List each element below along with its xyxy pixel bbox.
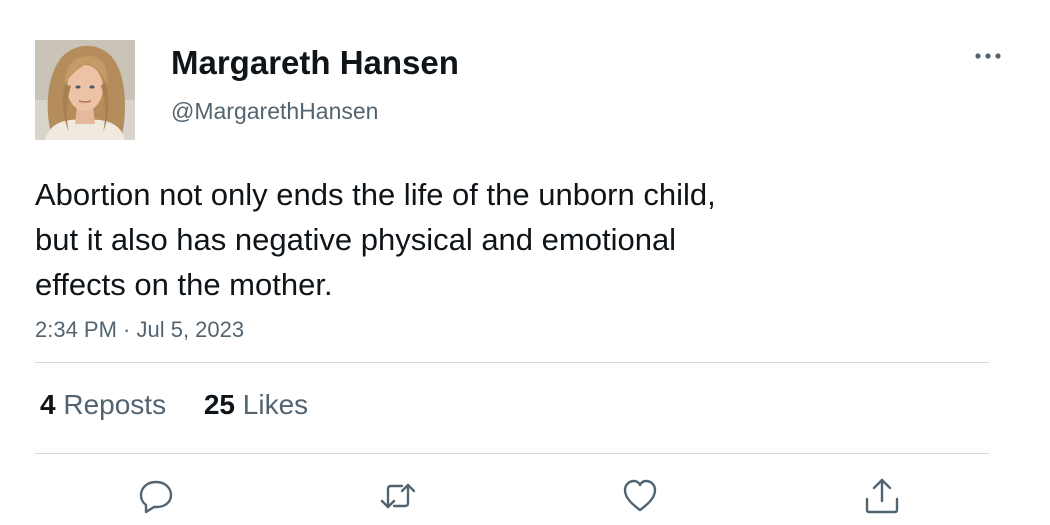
tweet-text-line: Abortion not only ends the life of the u…	[35, 177, 716, 212]
likes-stat[interactable]: 25 Likes	[204, 388, 308, 422]
likes-count: 25	[203, 389, 236, 420]
reply-button[interactable]	[134, 474, 178, 518]
reposts-label: Reposts	[63, 389, 167, 420]
avatar[interactable]	[35, 40, 135, 140]
like-icon	[623, 479, 657, 512]
user-handle[interactable]: @MargarethHansen	[171, 97, 378, 125]
reposts-count: 4	[40, 389, 56, 420]
tweet-text-line: but it also has negative physical and em…	[35, 222, 677, 257]
reply-icon	[139, 480, 173, 514]
likes-label: Likes	[242, 389, 309, 420]
tweet-text-line: effects on the mother.	[35, 267, 333, 302]
tweet-text: Abortion not only ends the life of the u…	[35, 172, 865, 307]
share-icon	[865, 478, 899, 514]
more-dots-icon	[975, 53, 1001, 59]
tweet-timestamp[interactable]: 2:34 PM · Jul 5, 2023	[35, 316, 244, 344]
reposts-stat[interactable]: 4 Reposts	[40, 388, 166, 422]
display-name[interactable]: Margareth Hansen	[171, 42, 459, 84]
more-options-button[interactable]	[968, 42, 1008, 70]
engagement-stats: 4 Reposts 25 Likes	[40, 388, 338, 422]
divider	[35, 453, 989, 454]
repost-button[interactable]	[376, 474, 420, 518]
divider	[35, 362, 989, 363]
tweet-card: Margareth Hansen @MargarethHansen Aborti…	[0, 0, 1050, 525]
share-button[interactable]	[860, 474, 904, 518]
profile-photo-icon	[35, 40, 135, 140]
repost-icon	[380, 483, 416, 509]
like-button[interactable]	[618, 474, 662, 518]
